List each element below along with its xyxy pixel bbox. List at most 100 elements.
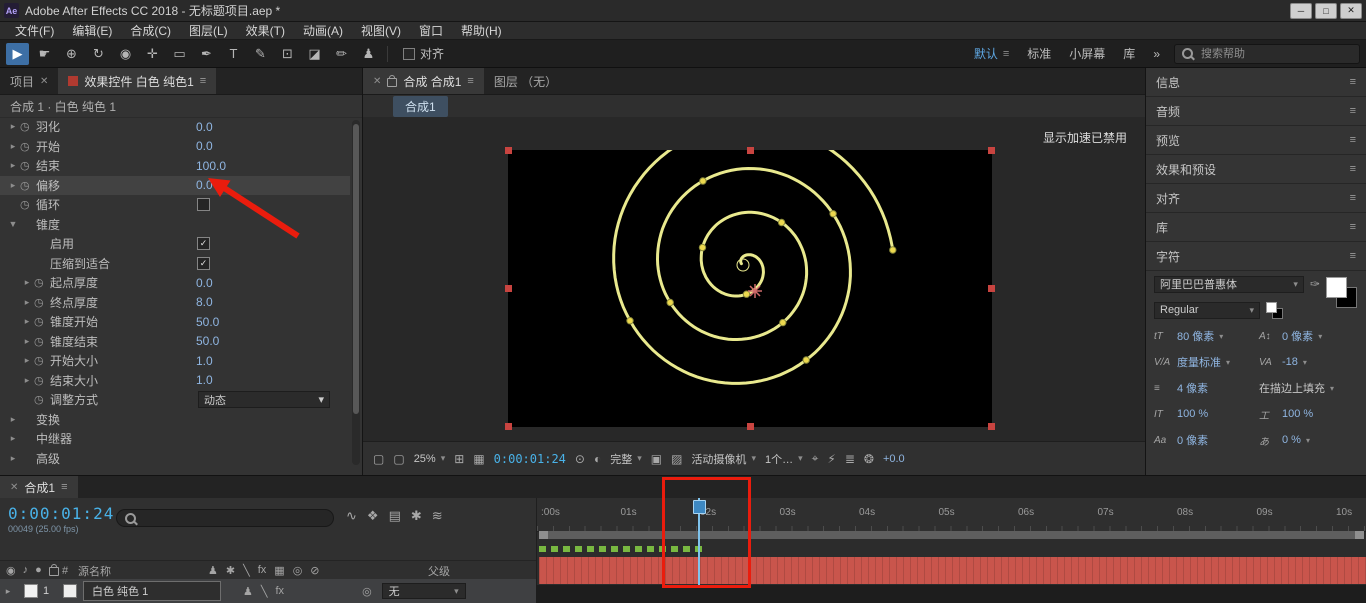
- time-ruler[interactable]: :00s01s02s03s04s05s06s07s08s09s10s: [537, 498, 1366, 532]
- panel-menu-icon[interactable]: ≡: [467, 75, 473, 87]
- tsume-control[interactable]: あ 0 % ▾: [1259, 433, 1358, 448]
- audio-icon[interactable]: ♪: [23, 564, 29, 577]
- frame-blend-icon[interactable]: ▦: [274, 564, 284, 577]
- stroke-width-control[interactable]: ≡ 4 像素: [1154, 380, 1253, 396]
- stopwatch-icon[interactable]: ◷: [20, 120, 36, 133]
- handle-top-left[interactable]: [505, 147, 512, 154]
- handle-mid-right[interactable]: [988, 285, 995, 292]
- panel-效果和预设-header[interactable]: 效果和预设≡: [1146, 155, 1366, 184]
- baseline-shift-value[interactable]: 0 像素: [1177, 432, 1208, 448]
- expander-icon[interactable]: ▸: [6, 121, 20, 132]
- vertical-scale-value[interactable]: 100 %: [1177, 408, 1208, 420]
- left-scrollbar-thumb[interactable]: [353, 124, 359, 414]
- panel-menu-icon[interactable]: ≡: [1350, 105, 1356, 117]
- roi-icon[interactable]: ▣: [651, 452, 662, 466]
- current-timecode[interactable]: 0:00:01:24: [8, 504, 114, 523]
- workspace-库[interactable]: 库: [1123, 45, 1135, 62]
- work-area-bar[interactable]: [539, 531, 1364, 539]
- font-size-control[interactable]: tT 80 像素 ▾: [1154, 328, 1253, 344]
- font-size-value[interactable]: 80 像素: [1177, 328, 1214, 344]
- stopwatch-icon[interactable]: ◷: [34, 315, 50, 328]
- workspace-menu-icon[interactable]: ≡: [1003, 48, 1009, 60]
- magnification-select[interactable]: 25% ▾: [414, 453, 446, 465]
- property-row-结束[interactable]: ▸◷结束100.0: [0, 156, 350, 176]
- panel-menu-icon[interactable]: ≡: [1350, 192, 1356, 204]
- draft-3d-icon[interactable]: ❖: [367, 508, 379, 524]
- handle-mid-left[interactable]: [505, 285, 512, 292]
- comp-mini-flowchart-icon[interactable]: ∿: [346, 508, 357, 524]
- font-family-select[interactable]: 阿里巴巴普惠体 ▾: [1154, 276, 1304, 293]
- property-dropdown[interactable]: 动态▾: [198, 391, 330, 408]
- layer-quality-icon[interactable]: ♟: [243, 585, 253, 598]
- collapse-icon[interactable]: ✱: [226, 564, 235, 577]
- rotation-tool[interactable]: ↻: [87, 43, 110, 65]
- viewer-lock-icon[interactable]: [387, 78, 397, 87]
- expander-icon[interactable]: ▸: [20, 355, 34, 366]
- main-viewer-icon[interactable]: ▢: [393, 452, 404, 466]
- property-row-锥度[interactable]: ▼锥度: [0, 215, 350, 235]
- handle-bottom-center[interactable]: [747, 423, 754, 430]
- expander-icon[interactable]: ▸: [6, 160, 20, 171]
- comp-frame[interactable]: [508, 150, 992, 427]
- panel-menu-icon[interactable]: ≡: [1350, 76, 1356, 88]
- handle-top-center[interactable]: [747, 147, 754, 154]
- property-value[interactable]: 100.0: [196, 159, 226, 173]
- reset-exposure-icon[interactable]: ❂: [864, 452, 874, 466]
- motion-blur-icon[interactable]: ◎: [293, 564, 303, 577]
- eyedropper-icon[interactable]: ✑: [1310, 277, 1320, 291]
- zoom-tool[interactable]: ⊕: [60, 43, 83, 65]
- tab-timeline-comp[interactable]: ✕ 合成1 ≡: [0, 476, 78, 498]
- tracking-value[interactable]: -18: [1282, 356, 1298, 368]
- close-icon[interactable]: ✕: [373, 76, 381, 87]
- panel-对齐-header[interactable]: 对齐≡: [1146, 184, 1366, 213]
- menu-item-帮助(H)[interactable]: 帮助(H): [452, 22, 511, 39]
- mask-visibility-icon[interactable]: ▦: [473, 452, 484, 466]
- panel-menu-icon[interactable]: ≡: [1350, 163, 1356, 175]
- view-select[interactable]: 活动摄像机 ▾: [691, 451, 756, 467]
- expander-icon[interactable]: ▸: [6, 453, 20, 464]
- parent-header[interactable]: 父级: [428, 563, 450, 579]
- panel-menu-icon[interactable]: ≡: [1350, 221, 1356, 233]
- expander-icon[interactable]: ▸: [20, 375, 34, 386]
- layer-color-label[interactable]: [24, 584, 38, 598]
- exposure-value[interactable]: +0.0: [883, 453, 905, 465]
- pan-behind-tool[interactable]: ✛: [141, 43, 164, 65]
- stroke-style-value[interactable]: 在描边上填充: [1259, 380, 1325, 396]
- kerning-value[interactable]: 度量标准: [1177, 354, 1221, 370]
- lock-icon[interactable]: [49, 567, 59, 576]
- frame-blending-icon[interactable]: ✱: [411, 508, 422, 524]
- vertical-scale-control[interactable]: IT 100 %: [1154, 408, 1253, 420]
- source-name-header[interactable]: 源名称: [78, 563, 208, 579]
- property-row-锥度结束[interactable]: ▸◷锥度结束50.0: [0, 332, 350, 352]
- menu-item-文件(F)[interactable]: 文件(F): [6, 22, 63, 39]
- fast-previews-icon[interactable]: ⚡: [827, 452, 835, 466]
- eraser-tool[interactable]: ◪: [303, 43, 326, 65]
- property-value[interactable]: 0.0: [196, 178, 213, 192]
- tab-composition[interactable]: ✕ 合成 合成1 ≡: [363, 68, 484, 94]
- panel-menu-icon[interactable]: ≡: [1350, 134, 1356, 146]
- property-value[interactable]: 50.0: [196, 315, 219, 329]
- adjustment-icon[interactable]: ⊘: [310, 564, 319, 577]
- tsume-value[interactable]: 0 %: [1282, 434, 1301, 446]
- snapshot-camera-icon[interactable]: ⊙: [575, 452, 585, 466]
- workspace-小屏幕[interactable]: 小屏幕: [1069, 45, 1105, 62]
- workspace-默认[interactable]: 默认≡: [974, 45, 1009, 62]
- workspace-overflow-icon[interactable]: »: [1153, 47, 1160, 61]
- panel-menu-icon[interactable]: ≡: [61, 481, 67, 493]
- panel-库-header[interactable]: 库≡: [1146, 213, 1366, 242]
- timeline-search-box[interactable]: [116, 509, 334, 527]
- property-row-循环[interactable]: ◷循环: [0, 195, 350, 215]
- stopwatch-icon[interactable]: ◷: [20, 179, 36, 192]
- layer-slash-icon[interactable]: ╲: [261, 585, 268, 598]
- handle-bottom-right[interactable]: [988, 423, 995, 430]
- transparency-grid-icon[interactable]: ▨: [671, 452, 682, 466]
- property-value[interactable]: 0.0: [196, 120, 213, 134]
- parent-pickwhip-icon[interactable]: ◎: [362, 585, 372, 598]
- property-value[interactable]: 1.0: [196, 373, 213, 387]
- stopwatch-icon[interactable]: ◷: [34, 374, 50, 387]
- panel-character-header[interactable]: 字符 ≡: [1146, 242, 1366, 271]
- expander-icon[interactable]: ▼: [6, 219, 20, 229]
- property-value[interactable]: 8.0: [196, 295, 213, 309]
- mini-fill-stroke-icon[interactable]: [1266, 302, 1282, 318]
- menu-item-效果(T)[interactable]: 效果(T): [237, 22, 294, 39]
